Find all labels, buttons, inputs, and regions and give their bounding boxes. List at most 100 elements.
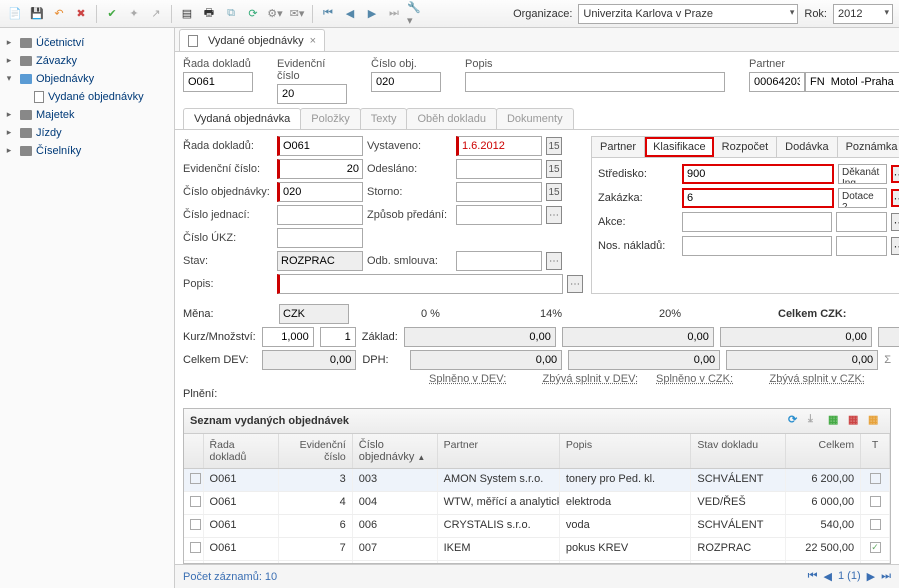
tb-cukz[interactable] (277, 228, 363, 248)
tool-gear-icon[interactable]: ⚙▾ (266, 5, 284, 23)
nav-zavazky[interactable]: ▸Závazky (0, 52, 174, 70)
nav-objednavky[interactable]: ▾Objednávky (0, 70, 174, 88)
nav-ucetnictvi[interactable]: ▸Účetnictví (0, 34, 174, 52)
filter-evid-label: Evidenční číslo (277, 58, 347, 82)
tool-refresh-icon[interactable]: ⟳ (244, 5, 262, 23)
year-combo[interactable]: 2012 (833, 4, 893, 24)
table-row[interactable]: O0616006CRYSTALIS s.r.o.vodaSCHVÁLENT540… (184, 515, 890, 538)
filter-evid-input[interactable] (277, 84, 347, 104)
tool-next-icon[interactable]: ▶ (363, 5, 381, 23)
tb-cjed[interactable] (277, 205, 363, 225)
rp-tab-partner[interactable]: Partner (592, 137, 645, 157)
rp-tab-poznamka[interactable]: Poznámka (838, 137, 899, 157)
pick-odb[interactable]: ⋯ (546, 252, 562, 270)
year-label: Rok: (804, 8, 827, 20)
tool-mail-icon[interactable]: ✉▾ (288, 5, 306, 23)
gh-evid[interactable]: Evidenční číslo (279, 434, 353, 468)
tb-storno[interactable] (456, 182, 542, 202)
tool-list-icon[interactable]: ▤ (178, 5, 196, 23)
gh-partner[interactable]: Partner (438, 434, 560, 468)
tool-print-icon[interactable]: 🖶 (200, 5, 218, 23)
gh-sel[interactable] (184, 434, 204, 468)
tool-delete-icon[interactable]: ✖ (72, 5, 90, 23)
rtb-zak[interactable] (682, 188, 834, 208)
tool-new-icon[interactable]: 📄 (6, 5, 24, 23)
grid-tool-del-icon[interactable]: ▦ (848, 413, 864, 429)
page-first-icon[interactable]: ⏮ (808, 570, 818, 583)
tb-zpusob[interactable] (456, 205, 542, 225)
filter-partner-code[interactable] (749, 72, 805, 92)
cal-odesl[interactable]: 15 (546, 160, 562, 178)
gh-cobj[interactable]: Číslo objednávky ▲ (353, 434, 438, 468)
grid-body[interactable]: O0613003AMON System s.r.o.tonery pro Ped… (184, 469, 890, 563)
tool-prev-icon[interactable]: ◀ (341, 5, 359, 23)
tb-odesl[interactable] (456, 159, 542, 179)
doc-tab[interactable]: Vydané objednávky × (179, 29, 325, 51)
tool-save-icon[interactable]: 💾 (28, 5, 46, 23)
tb-popis[interactable] (277, 274, 563, 294)
tb-cobj[interactable] (277, 182, 363, 202)
pick-zpusob[interactable]: ⋯ (546, 206, 562, 224)
tb-mnoz[interactable] (320, 327, 356, 347)
page-last-icon[interactable]: ⏭ (881, 570, 891, 583)
pick-stred[interactable]: ⋯ (891, 165, 899, 183)
tb-rada[interactable] (277, 136, 363, 156)
subtab-polozky[interactable]: Položky (300, 108, 361, 129)
tb-vyst[interactable] (456, 136, 542, 156)
tb-evid[interactable] (277, 159, 363, 179)
rtb-akce[interactable] (682, 212, 832, 232)
tb-odb[interactable] (456, 251, 542, 271)
subtab-dokumenty[interactable]: Dokumenty (496, 108, 574, 129)
nav-vydane-objednavky[interactable]: Vydané objednávky (0, 88, 174, 106)
grid-tool-cfg-icon[interactable]: ▦ (868, 413, 884, 429)
page-next-icon[interactable]: ▶ (867, 570, 875, 583)
tool-wrench-icon[interactable]: 🔧▾ (407, 5, 425, 23)
lbl-spldev: Splněno v DEV: (429, 373, 537, 385)
org-combo[interactable]: Univerzita Karlova v Praze (578, 4, 798, 24)
tool-last-icon[interactable]: ⏭ (385, 5, 403, 23)
table-row[interactable]: O0618008ABILITY s.r.o.Potvrzení o studiu… (184, 561, 890, 563)
filter-partner-label: Partner (749, 58, 899, 70)
tool-copy-icon[interactable]: ⧉ (222, 5, 240, 23)
filter-partner-name[interactable] (805, 72, 899, 92)
nav-ciselniky[interactable]: ▸Číselníky (0, 142, 174, 160)
grid-tool-grid-icon[interactable]: ▦ (828, 413, 844, 429)
pick-zak[interactable]: ⋯ (891, 189, 899, 207)
rp-tab-klasifikace[interactable]: Klasifikace (645, 137, 714, 157)
table-row[interactable]: O0613003AMON System s.r.o.tonery pro Ped… (184, 469, 890, 492)
gh-popis[interactable]: Popis (560, 434, 692, 468)
tool-undo-icon[interactable]: ↶ (50, 5, 68, 23)
grid-tool-export-icon[interactable]: ⤓ (808, 413, 824, 429)
filter-popis-input[interactable] (465, 72, 725, 92)
tool-check-icon[interactable]: ✔ (103, 5, 121, 23)
table-row[interactable]: O0617007IKEMpokus KREVROZPRAC22 500,00 (184, 538, 890, 561)
tb-kurz[interactable] (262, 327, 314, 347)
rp-tab-rozpocet[interactable]: Rozpočet (714, 137, 777, 157)
filter-cislo-input[interactable] (371, 72, 441, 92)
tool-share-icon[interactable]: ↗ (147, 5, 165, 23)
table-row[interactable]: O0614004WTW, měřící a analytickáelektrod… (184, 492, 890, 515)
gh-rada[interactable]: Řada dokladů (204, 434, 280, 468)
tab-close-icon[interactable]: × (310, 35, 316, 47)
subtab-texty[interactable]: Texty (360, 108, 408, 129)
grid-tool-refresh-icon[interactable]: ⟳ (788, 413, 804, 429)
page-prev-icon[interactable]: ◀ (824, 570, 832, 583)
tool-wand-icon[interactable]: ✦ (125, 5, 143, 23)
rtb-stred[interactable] (682, 164, 834, 184)
gh-stav[interactable]: Stav dokladu (691, 434, 785, 468)
rp-tab-dodavka[interactable]: Dodávka (777, 137, 837, 157)
subtab-vydana[interactable]: Vydaná objednávka (183, 108, 301, 129)
subtab-obeh[interactable]: Oběh dokladu (406, 108, 497, 129)
nav-majetek[interactable]: ▸Majetek (0, 106, 174, 124)
pick-akce[interactable]: ⋯ (891, 213, 899, 231)
tool-first-icon[interactable]: ⏮ (319, 5, 337, 23)
rtb-nos[interactable] (682, 236, 832, 256)
pick-popis[interactable]: ⋯ (567, 275, 583, 293)
filter-rada-input[interactable] (183, 72, 253, 92)
gh-celkem[interactable]: Celkem (786, 434, 862, 468)
cal-vyst[interactable]: 15 (546, 137, 562, 155)
nav-jizdy[interactable]: ▸Jízdy (0, 124, 174, 142)
gh-t[interactable]: T (861, 434, 890, 468)
pick-nos[interactable]: ⋯ (891, 237, 899, 255)
cal-storno[interactable]: 15 (546, 183, 562, 201)
